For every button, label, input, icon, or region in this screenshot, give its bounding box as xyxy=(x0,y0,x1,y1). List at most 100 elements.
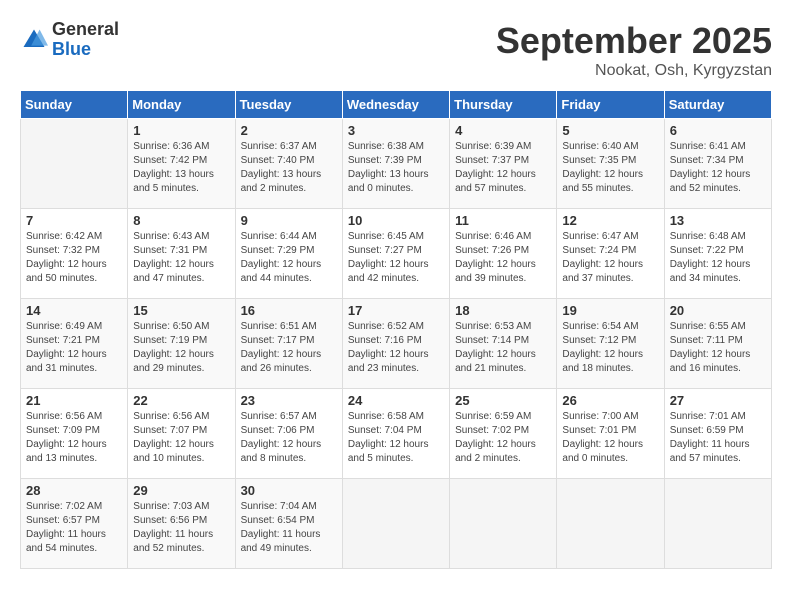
day-info: Sunrise: 6:38 AMSunset: 7:39 PMDaylight:… xyxy=(348,141,429,194)
day-info: Sunrise: 6:59 AMSunset: 7:02 PMDaylight:… xyxy=(455,411,536,464)
calendar-cell xyxy=(21,119,128,209)
day-number: 28 xyxy=(26,483,122,498)
day-number: 21 xyxy=(26,393,122,408)
calendar-cell xyxy=(342,479,449,569)
day-info: Sunrise: 6:43 AMSunset: 7:31 PMDaylight:… xyxy=(133,231,214,284)
day-number: 22 xyxy=(133,393,229,408)
day-info: Sunrise: 6:39 AMSunset: 7:37 PMDaylight:… xyxy=(455,141,536,194)
calendar-cell: 6 Sunrise: 6:41 AMSunset: 7:34 PMDayligh… xyxy=(664,119,771,209)
day-info: Sunrise: 6:48 AMSunset: 7:22 PMDaylight:… xyxy=(670,231,751,284)
calendar-cell: 20 Sunrise: 6:55 AMSunset: 7:11 PMDaylig… xyxy=(664,299,771,389)
day-info: Sunrise: 6:52 AMSunset: 7:16 PMDaylight:… xyxy=(348,321,429,374)
calendar-cell: 21 Sunrise: 6:56 AMSunset: 7:09 PMDaylig… xyxy=(21,389,128,479)
logo-blue-text: Blue xyxy=(52,40,119,60)
day-info: Sunrise: 6:53 AMSunset: 7:14 PMDaylight:… xyxy=(455,321,536,374)
day-info: Sunrise: 6:56 AMSunset: 7:09 PMDaylight:… xyxy=(26,411,107,464)
day-info: Sunrise: 6:56 AMSunset: 7:07 PMDaylight:… xyxy=(133,411,214,464)
day-number: 30 xyxy=(241,483,337,498)
calendar-cell: 5 Sunrise: 6:40 AMSunset: 7:35 PMDayligh… xyxy=(557,119,664,209)
day-number: 13 xyxy=(670,213,766,228)
calendar-cell: 27 Sunrise: 7:01 AMSunset: 6:59 PMDaylig… xyxy=(664,389,771,479)
day-info: Sunrise: 6:49 AMSunset: 7:21 PMDaylight:… xyxy=(26,321,107,374)
day-number: 5 xyxy=(562,123,658,138)
calendar-cell: 3 Sunrise: 6:38 AMSunset: 7:39 PMDayligh… xyxy=(342,119,449,209)
logo-text: General Blue xyxy=(52,20,119,60)
title-block: September 2025 Nookat, Osh, Kyrgyzstan xyxy=(496,20,772,80)
calendar-cell xyxy=(664,479,771,569)
col-saturday: Saturday xyxy=(664,91,771,119)
calendar-cell: 12 Sunrise: 6:47 AMSunset: 7:24 PMDaylig… xyxy=(557,209,664,299)
day-number: 8 xyxy=(133,213,229,228)
day-number: 16 xyxy=(241,303,337,318)
day-info: Sunrise: 6:54 AMSunset: 7:12 PMDaylight:… xyxy=(562,321,643,374)
day-number: 29 xyxy=(133,483,229,498)
calendar-cell: 13 Sunrise: 6:48 AMSunset: 7:22 PMDaylig… xyxy=(664,209,771,299)
day-info: Sunrise: 6:36 AMSunset: 7:42 PMDaylight:… xyxy=(133,141,214,194)
page-header: General Blue September 2025 Nookat, Osh,… xyxy=(20,20,772,80)
calendar-cell: 17 Sunrise: 6:52 AMSunset: 7:16 PMDaylig… xyxy=(342,299,449,389)
day-number: 26 xyxy=(562,393,658,408)
day-info: Sunrise: 7:02 AMSunset: 6:57 PMDaylight:… xyxy=(26,501,106,554)
month-title: September 2025 xyxy=(496,20,772,62)
calendar-week-4: 28 Sunrise: 7:02 AMSunset: 6:57 PMDaylig… xyxy=(21,479,772,569)
day-number: 1 xyxy=(133,123,229,138)
day-number: 20 xyxy=(670,303,766,318)
day-number: 15 xyxy=(133,303,229,318)
calendar-cell: 16 Sunrise: 6:51 AMSunset: 7:17 PMDaylig… xyxy=(235,299,342,389)
day-number: 27 xyxy=(670,393,766,408)
calendar-body: 1 Sunrise: 6:36 AMSunset: 7:42 PMDayligh… xyxy=(21,119,772,569)
calendar-cell: 14 Sunrise: 6:49 AMSunset: 7:21 PMDaylig… xyxy=(21,299,128,389)
day-number: 4 xyxy=(455,123,551,138)
day-info: Sunrise: 6:55 AMSunset: 7:11 PMDaylight:… xyxy=(670,321,751,374)
day-number: 14 xyxy=(26,303,122,318)
day-info: Sunrise: 7:01 AMSunset: 6:59 PMDaylight:… xyxy=(670,411,750,464)
day-number: 12 xyxy=(562,213,658,228)
logo: General Blue xyxy=(20,20,119,60)
calendar-cell: 8 Sunrise: 6:43 AMSunset: 7:31 PMDayligh… xyxy=(128,209,235,299)
calendar-cell: 19 Sunrise: 6:54 AMSunset: 7:12 PMDaylig… xyxy=(557,299,664,389)
day-number: 2 xyxy=(241,123,337,138)
day-info: Sunrise: 6:45 AMSunset: 7:27 PMDaylight:… xyxy=(348,231,429,284)
col-tuesday: Tuesday xyxy=(235,91,342,119)
day-number: 23 xyxy=(241,393,337,408)
calendar-cell: 7 Sunrise: 6:42 AMSunset: 7:32 PMDayligh… xyxy=(21,209,128,299)
day-info: Sunrise: 6:51 AMSunset: 7:17 PMDaylight:… xyxy=(241,321,322,374)
day-info: Sunrise: 6:44 AMSunset: 7:29 PMDaylight:… xyxy=(241,231,322,284)
calendar-cell: 24 Sunrise: 6:58 AMSunset: 7:04 PMDaylig… xyxy=(342,389,449,479)
day-info: Sunrise: 6:58 AMSunset: 7:04 PMDaylight:… xyxy=(348,411,429,464)
col-thursday: Thursday xyxy=(450,91,557,119)
day-number: 18 xyxy=(455,303,551,318)
calendar-cell: 9 Sunrise: 6:44 AMSunset: 7:29 PMDayligh… xyxy=(235,209,342,299)
calendar-cell: 15 Sunrise: 6:50 AMSunset: 7:19 PMDaylig… xyxy=(128,299,235,389)
day-number: 3 xyxy=(348,123,444,138)
day-info: Sunrise: 6:41 AMSunset: 7:34 PMDaylight:… xyxy=(670,141,751,194)
day-info: Sunrise: 7:03 AMSunset: 6:56 PMDaylight:… xyxy=(133,501,213,554)
calendar-cell: 28 Sunrise: 7:02 AMSunset: 6:57 PMDaylig… xyxy=(21,479,128,569)
calendar-week-3: 21 Sunrise: 6:56 AMSunset: 7:09 PMDaylig… xyxy=(21,389,772,479)
calendar-header: Sunday Monday Tuesday Wednesday Thursday… xyxy=(21,91,772,119)
calendar-week-2: 14 Sunrise: 6:49 AMSunset: 7:21 PMDaylig… xyxy=(21,299,772,389)
col-monday: Monday xyxy=(128,91,235,119)
calendar-cell: 11 Sunrise: 6:46 AMSunset: 7:26 PMDaylig… xyxy=(450,209,557,299)
calendar-cell xyxy=(557,479,664,569)
calendar-cell: 10 Sunrise: 6:45 AMSunset: 7:27 PMDaylig… xyxy=(342,209,449,299)
calendar-cell: 1 Sunrise: 6:36 AMSunset: 7:42 PMDayligh… xyxy=(128,119,235,209)
calendar-week-0: 1 Sunrise: 6:36 AMSunset: 7:42 PMDayligh… xyxy=(21,119,772,209)
day-number: 19 xyxy=(562,303,658,318)
calendar-cell: 23 Sunrise: 6:57 AMSunset: 7:06 PMDaylig… xyxy=(235,389,342,479)
calendar-cell: 22 Sunrise: 6:56 AMSunset: 7:07 PMDaylig… xyxy=(128,389,235,479)
day-info: Sunrise: 6:47 AMSunset: 7:24 PMDaylight:… xyxy=(562,231,643,284)
calendar-cell: 29 Sunrise: 7:03 AMSunset: 6:56 PMDaylig… xyxy=(128,479,235,569)
header-row: Sunday Monday Tuesday Wednesday Thursday… xyxy=(21,91,772,119)
day-number: 7 xyxy=(26,213,122,228)
logo-icon xyxy=(20,26,48,54)
calendar-cell: 2 Sunrise: 6:37 AMSunset: 7:40 PMDayligh… xyxy=(235,119,342,209)
day-info: Sunrise: 6:46 AMSunset: 7:26 PMDaylight:… xyxy=(455,231,536,284)
day-number: 10 xyxy=(348,213,444,228)
col-sunday: Sunday xyxy=(21,91,128,119)
location-text: Nookat, Osh, Kyrgyzstan xyxy=(496,62,772,80)
day-info: Sunrise: 6:50 AMSunset: 7:19 PMDaylight:… xyxy=(133,321,214,374)
calendar-cell: 26 Sunrise: 7:00 AMSunset: 7:01 PMDaylig… xyxy=(557,389,664,479)
calendar-table: Sunday Monday Tuesday Wednesday Thursday… xyxy=(20,90,772,569)
day-info: Sunrise: 7:00 AMSunset: 7:01 PMDaylight:… xyxy=(562,411,643,464)
